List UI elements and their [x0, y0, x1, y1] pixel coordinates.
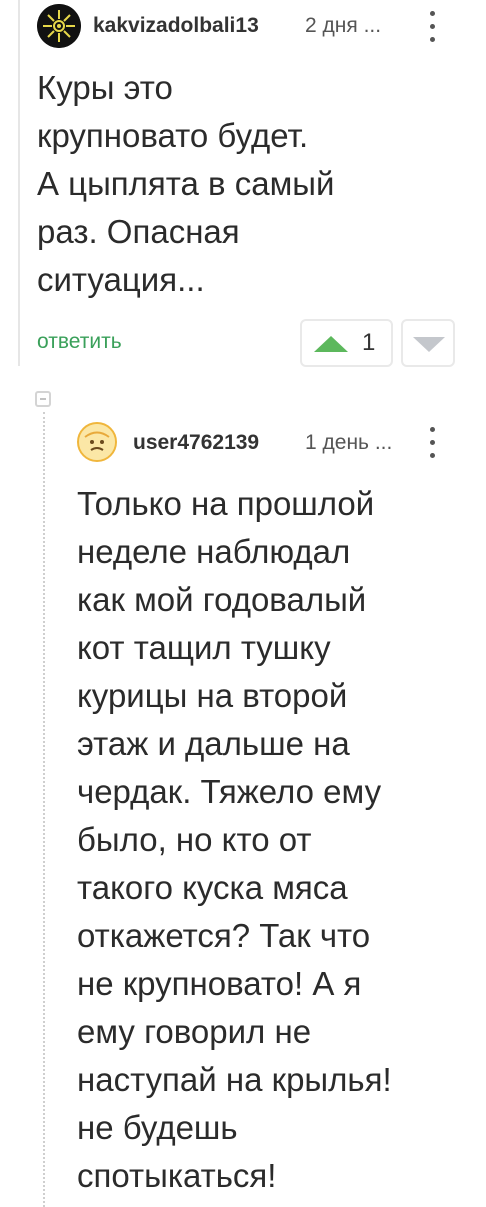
- user-avatar[interactable]: [77, 422, 117, 462]
- more-vertical-icon[interactable]: [425, 426, 439, 460]
- collapse-icon[interactable]: [35, 391, 51, 407]
- thread-line: [18, 0, 20, 366]
- arrow-up-icon: [314, 336, 348, 352]
- arrow-down-icon: [413, 337, 445, 352]
- downvote-button[interactable]: [401, 319, 455, 367]
- reply-username[interactable]: user4762139: [133, 431, 259, 455]
- reply-timestamp[interactable]: 1 день ...: [305, 431, 392, 455]
- user-avatar[interactable]: [37, 4, 81, 48]
- more-vertical-icon[interactable]: [425, 10, 439, 44]
- reply-thread-line[interactable]: [43, 412, 45, 1207]
- comment-text: Куры это крупновато будет. А цыплята в с…: [37, 69, 335, 298]
- vote-count: 1: [362, 329, 376, 356]
- avatar-face-icon: [79, 424, 115, 460]
- avatar-emblem-icon: [37, 4, 81, 48]
- reply-button[interactable]: ответить: [37, 330, 122, 354]
- reply-text: Только на прошлой неделе наблюдал как мо…: [77, 485, 392, 1194]
- comment-username[interactable]: kakvizadolbali13: [93, 14, 259, 38]
- comment-timestamp[interactable]: 2 дня ...: [305, 14, 381, 38]
- upvote-button[interactable]: [300, 319, 393, 367]
